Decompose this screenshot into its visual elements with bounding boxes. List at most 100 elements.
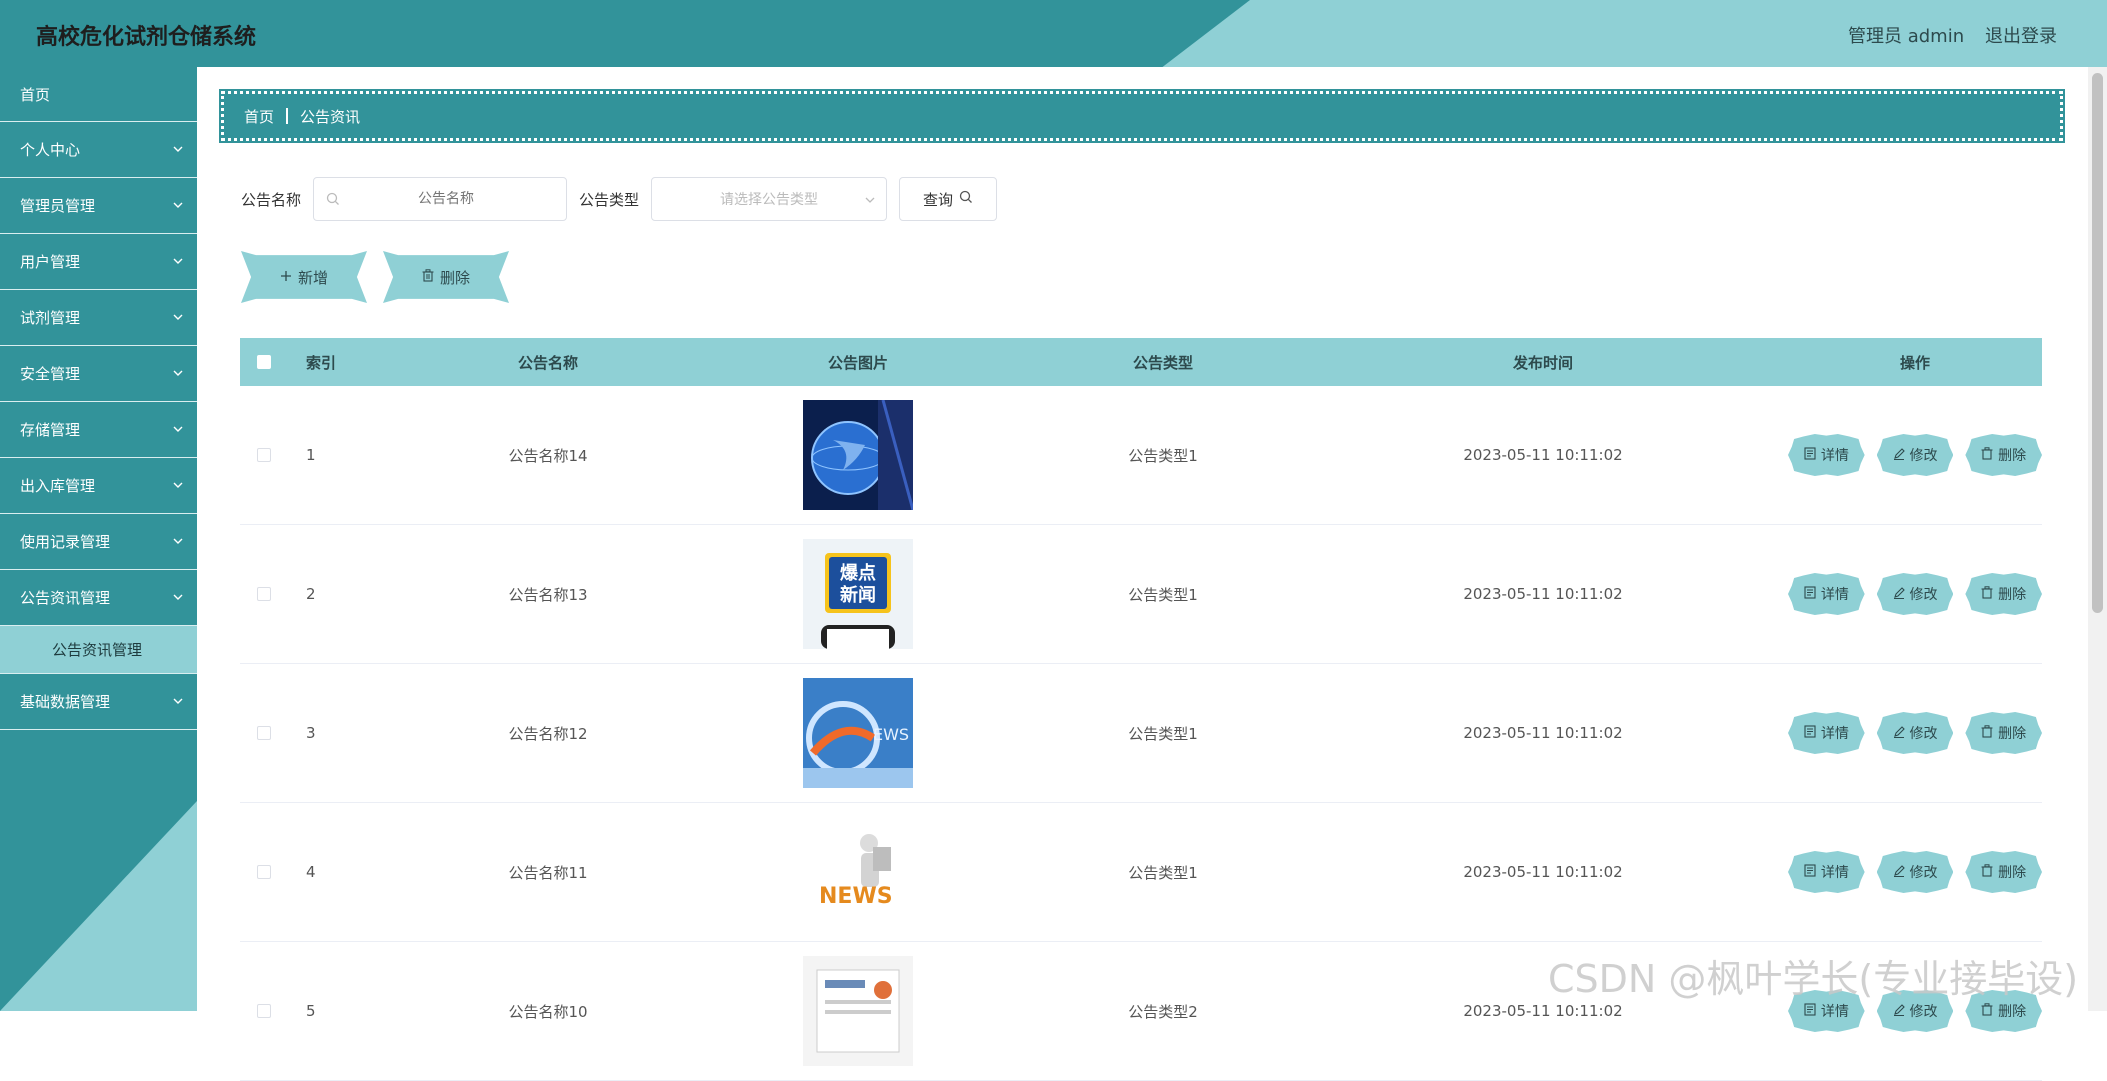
detail-button-label: 详情 <box>1820 726 1849 742</box>
edit-button[interactable]: 修改 <box>1876 434 1954 476</box>
edit-button-label: 修改 <box>1909 1004 1938 1020</box>
action-toolbar: 新增 删除 <box>241 251 509 303</box>
logout-link[interactable]: 退出登录 <box>1985 22 2057 48</box>
sidebar-item[interactable]: 用户管理 <box>0 234 197 290</box>
sidebar-item[interactable]: 存储管理 <box>0 402 197 458</box>
chevron-down-icon <box>171 694 185 708</box>
sidebar-item-label: 基础数据管理 <box>20 693 111 711</box>
sidebar-item[interactable]: 出入库管理 <box>0 458 197 514</box>
header-time: 发布时间 <box>1512 353 1573 372</box>
row-type: 公告类型1 <box>1128 863 1198 882</box>
type-filter-select[interactable]: 请选择公告类型 <box>651 177 888 221</box>
edit-button[interactable]: 修改 <box>1876 573 1954 615</box>
pencil-icon <box>1893 864 1905 881</box>
sidebar-item[interactable]: 首页 <box>0 67 197 122</box>
row-name: 公告名称13 <box>508 585 588 604</box>
row-checkbox[interactable] <box>257 587 271 601</box>
sidebar-item[interactable]: 使用记录管理 <box>0 514 197 570</box>
row-time: 2023-05-11 10:11:02 <box>1463 585 1623 603</box>
sidebar-item[interactable]: 个人中心 <box>0 122 197 178</box>
delete-button-label: 删除 <box>1998 587 2027 603</box>
row-ops: 详情 修改 删除 <box>1788 712 2043 754</box>
chevron-down-icon <box>171 590 185 604</box>
newspaper-image[interactable] <box>803 956 913 1066</box>
delete-button-label: 删除 <box>1998 448 2027 464</box>
sidebar-subitem-announcement[interactable]: 公告资讯管理 <box>0 626 197 674</box>
row-checkbox[interactable] <box>257 726 271 740</box>
detail-button[interactable]: 详情 <box>1788 573 1865 615</box>
sidebar-menu: 首页个人中心管理员管理用户管理试剂管理安全管理存储管理 出入库管理 使用记录管理公告… <box>0 67 197 730</box>
delete-button[interactable]: 删除 <box>1965 573 2043 615</box>
sidebar: 首页个人中心管理员管理用户管理试剂管理安全管理存储管理 出入库管理 使用记录管理公告… <box>0 67 197 1011</box>
table-row: 2 公告名称13 爆点 新闻 公告类型1 2023-05-11 10:11:02 详情 修改 删… <box>240 525 2043 664</box>
row-checkbox[interactable] <box>257 448 271 462</box>
sidebar-item-label: 安全管理 <box>20 365 81 383</box>
document-icon <box>1804 863 1816 881</box>
sidebar-item[interactable]: 安全管理 <box>0 346 197 402</box>
row-checkbox[interactable] <box>257 1004 271 1018</box>
row-index: 1 <box>306 446 316 464</box>
chevron-down-icon <box>171 366 185 380</box>
sidebar-item[interactable]: 试剂管理 <box>0 290 197 346</box>
query-button[interactable]: 查询 <box>899 177 998 221</box>
row-ops: 详情 修改 删除 <box>1788 573 2043 615</box>
row-image-cell: EWS <box>688 678 1028 788</box>
sidebar-item-label: 公告资讯管理 <box>20 589 111 607</box>
detail-button[interactable]: 详情 <box>1788 712 1865 754</box>
document-icon <box>1804 585 1816 603</box>
sidebar-item[interactable]: 管理员管理 <box>0 178 197 234</box>
delete-button[interactable]: 删除 <box>1965 434 2043 476</box>
trash-icon <box>1981 446 1993 464</box>
edit-button[interactable]: 修改 <box>1876 712 1954 754</box>
breaking-news-image[interactable]: 爆点 新闻 <box>803 539 913 649</box>
edit-button[interactable]: 修改 <box>1876 851 1954 893</box>
document-icon <box>1804 446 1816 464</box>
delete-button-label: 删除 <box>1998 865 2027 881</box>
trash-icon <box>1981 1002 1993 1020</box>
sidebar-item-label: 管理员管理 <box>20 197 96 215</box>
breadcrumb-separator <box>286 108 289 124</box>
breadcrumb-current: 公告资讯 <box>300 107 361 126</box>
table-row: 1 公告名称14 公告类型1 2023-05-11 10:11:02 详情 修改 删除 <box>240 386 2043 525</box>
document-icon <box>1804 724 1816 742</box>
detail-button[interactable]: 详情 <box>1788 851 1865 893</box>
detail-button[interactable]: 详情 <box>1788 434 1865 476</box>
detail-button-label: 详情 <box>1820 448 1849 464</box>
sidebar-decor-triangle <box>0 801 197 1011</box>
header-image: 公告图片 <box>827 353 888 372</box>
row-time: 2023-05-11 10:11:02 <box>1463 863 1623 881</box>
edit-button-label: 修改 <box>1909 726 1938 742</box>
row-name: 公告名称14 <box>508 446 588 465</box>
page-scrollbar[interactable] <box>2088 67 2107 1011</box>
batch-delete-button[interactable]: 删除 <box>383 251 509 303</box>
row-type: 公告类型1 <box>1128 446 1198 465</box>
add-button[interactable]: 新增 <box>241 251 367 303</box>
name-filter-input[interactable] <box>326 178 567 220</box>
row-checkbox-cell <box>240 865 288 879</box>
row-index: 3 <box>306 724 316 742</box>
table-header: 索引 公告名称 公告图片 公告类型 发布时间 操作 <box>240 338 2042 386</box>
edit-button-label: 修改 <box>1909 587 1938 603</box>
select-all-checkbox[interactable] <box>257 355 271 369</box>
sidebar-item-label: 用户管理 <box>20 253 81 271</box>
trash-icon <box>1981 585 1993 603</box>
delete-button[interactable]: 删除 <box>1965 851 2043 893</box>
sidebar-item[interactable]: 公告资讯管理 <box>0 570 197 626</box>
row-index: 4 <box>306 863 316 881</box>
globe-news-image[interactable] <box>803 400 913 510</box>
sidebar-item-label: 首页 <box>20 85 51 104</box>
news-broadcast-image[interactable]: EWS <box>803 678 913 788</box>
row-checkbox[interactable] <box>257 865 271 879</box>
breadcrumb-home[interactable]: 首页 <box>244 106 274 127</box>
chevron-down-icon <box>171 310 185 324</box>
detail-button-label: 详情 <box>1820 1004 1849 1020</box>
delete-button[interactable]: 删除 <box>1965 712 2043 754</box>
name-filter-label: 公告名称 <box>241 190 302 209</box>
news-figure-image[interactable]: NEWS <box>803 817 913 927</box>
delete-button-label: 删除 <box>1998 1004 2027 1020</box>
row-type: 公告类型1 <box>1128 724 1198 743</box>
sidebar-item[interactable]: 基础数据管理 <box>0 674 197 730</box>
pencil-icon <box>1893 447 1905 464</box>
chevron-down-icon <box>864 194 876 210</box>
scrollbar-thumb[interactable] <box>2092 73 2103 613</box>
